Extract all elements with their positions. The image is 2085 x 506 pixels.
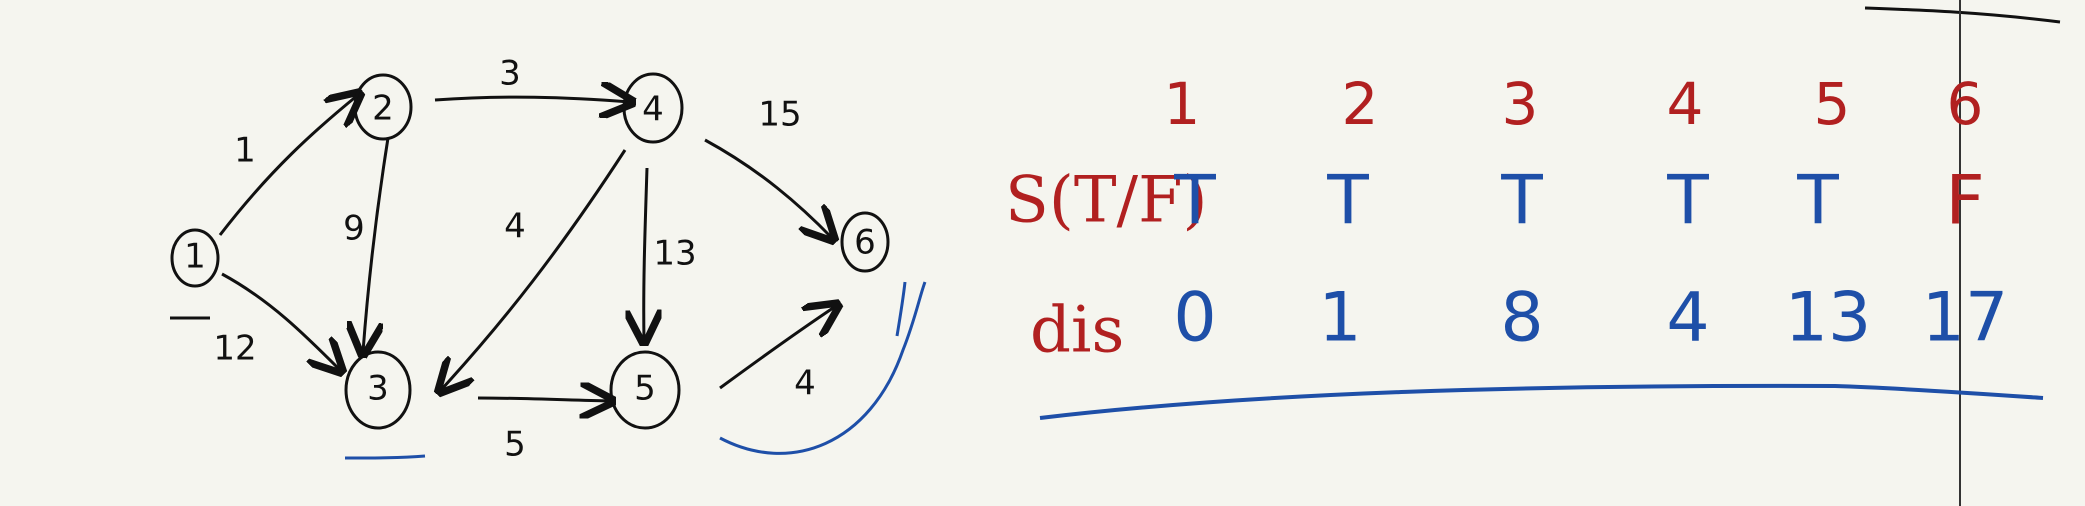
node-1: 1 bbox=[170, 228, 220, 288]
dis-value-4: 4 bbox=[1666, 279, 1709, 358]
dijkstra-table: 1 2 3 4 5 6 S(T/F) T T T T T F dis 0 1 8 bbox=[1005, 70, 2044, 420]
edge-3-5 bbox=[477, 398, 610, 401]
dis-value-2: 1 bbox=[1318, 279, 1361, 358]
table-s-row: T T T T T F bbox=[1173, 162, 1984, 241]
node-6: 6 bbox=[840, 211, 890, 273]
table-header-4: 4 bbox=[1667, 70, 1704, 138]
table-header-3: 3 bbox=[1502, 70, 1539, 138]
edge-weight-2-4: 3 bbox=[499, 54, 521, 94]
edge-4-3 bbox=[441, 149, 627, 390]
table-header-2: 2 bbox=[1342, 70, 1379, 138]
node-label-5: 5 bbox=[634, 369, 656, 409]
graph-edges bbox=[218, 95, 836, 401]
node-label-3: 3 bbox=[367, 369, 389, 409]
dis-value-3: 8 bbox=[1500, 279, 1543, 358]
dis-value-6: 17 bbox=[1922, 279, 2009, 358]
node-5: 5 bbox=[609, 350, 681, 430]
table-header-5: 5 bbox=[1814, 70, 1851, 138]
edge-4-6 bbox=[704, 138, 832, 238]
table-header-1: 1 bbox=[1164, 70, 1201, 138]
node-label-1: 1 bbox=[184, 237, 206, 277]
edge-4-5 bbox=[644, 167, 647, 340]
diagram-svg: 1 12 9 3 4 13 15 5 4 1 2 3 4 5 6 1 2 3 4… bbox=[170, 0, 2061, 506]
edge-weight-2-3: 9 bbox=[343, 209, 365, 249]
edge-weight-3-5: 5 bbox=[504, 425, 526, 465]
s-value-5: T bbox=[1796, 162, 1839, 241]
node-3: 3 bbox=[344, 350, 412, 430]
table-header-6: 6 bbox=[1947, 70, 1984, 138]
node-label-4: 4 bbox=[642, 90, 664, 130]
dis-value-1: 0 bbox=[1173, 279, 1216, 358]
edge-5-6 bbox=[719, 306, 836, 390]
table-dis-row: 0 1 8 4 13 17 bbox=[1173, 279, 2008, 358]
edge-weight-4-5: 13 bbox=[653, 234, 696, 274]
s-value-6: F bbox=[1945, 162, 1984, 241]
row-label-dis: dis bbox=[1030, 294, 1124, 368]
edge-weight-4-3: 4 bbox=[504, 207, 526, 247]
dis-value-5: 13 bbox=[1785, 279, 1872, 358]
s-value-4: T bbox=[1666, 162, 1709, 241]
top-right-scribble bbox=[1864, 6, 2061, 24]
blue-curve-5-6 bbox=[719, 281, 927, 455]
node-label-2: 2 bbox=[372, 89, 394, 129]
whiteboard-canvas: 1 12 9 3 4 13 15 5 4 1 2 3 4 5 6 1 2 3 4… bbox=[0, 0, 2085, 506]
blue-curve-6-tail bbox=[895, 281, 907, 337]
edge-2-4 bbox=[434, 97, 630, 102]
edge-2-3 bbox=[363, 137, 390, 352]
underline-node-3 bbox=[344, 454, 426, 460]
node-4: 4 bbox=[622, 72, 684, 144]
s-value-2: T bbox=[1326, 162, 1369, 241]
s-value-3: T bbox=[1500, 162, 1543, 241]
table-headers: 1 2 3 4 5 6 bbox=[1164, 70, 1984, 138]
table-underline bbox=[1039, 383, 2044, 420]
edge-weights: 1 12 9 3 4 13 15 5 4 bbox=[213, 54, 815, 465]
node-2: 2 bbox=[353, 73, 413, 141]
edge-weight-4-6: 15 bbox=[758, 95, 801, 135]
node-label-6: 6 bbox=[854, 223, 876, 263]
edge-weight-1-3: 12 bbox=[213, 329, 256, 369]
edge-weight-1-2: 1 bbox=[234, 131, 256, 171]
edge-weight-5-6: 4 bbox=[794, 364, 816, 404]
s-value-1: T bbox=[1173, 162, 1216, 241]
